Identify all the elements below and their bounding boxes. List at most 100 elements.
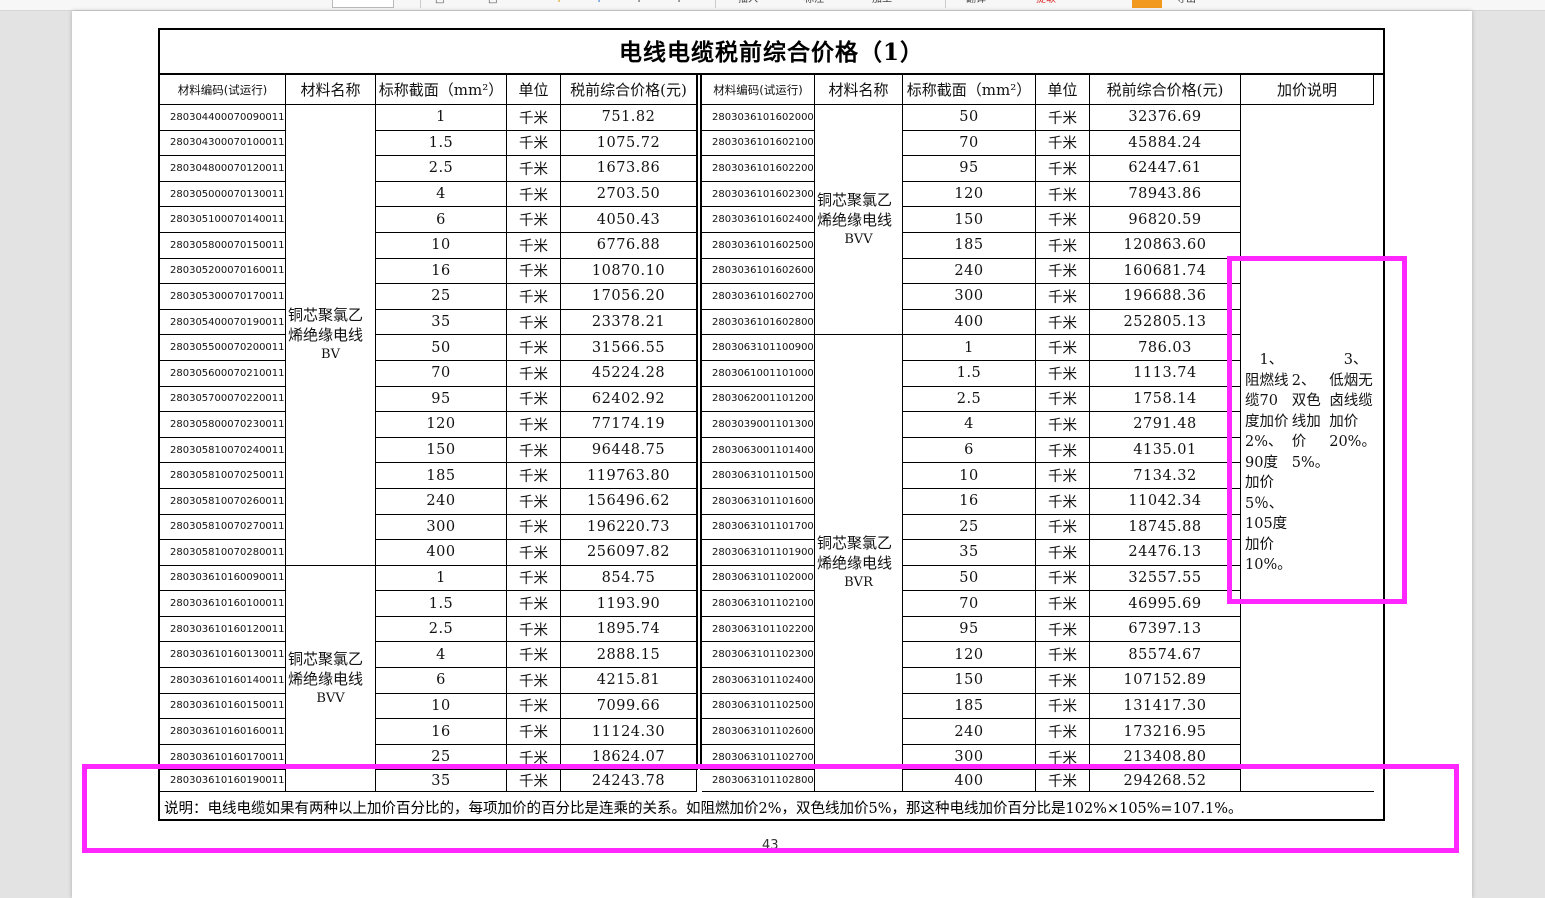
table-cell-code: 280303900110130011 [702, 412, 815, 438]
table-cell-code: 280306310110250011 [702, 693, 815, 720]
table-cell-section: 10 [903, 463, 1036, 489]
table-cell-unit: 千米 [1036, 488, 1090, 515]
rotate-left-icon[interactable]: □ [435, 0, 444, 6]
table-cell-section: 1 [903, 335, 1036, 361]
tool-export-button[interactable]: 导出 [1176, 0, 1196, 6]
table-cell-section: 10 [376, 232, 507, 259]
table-cell-price: 131417.30 [1090, 693, 1241, 720]
table-cell-unit: 千米 [507, 309, 561, 336]
table-cell-unit: 千米 [507, 232, 561, 259]
table-cell-code: 280305810070240011 [160, 437, 286, 464]
table-cell-unit: 千米 [1036, 105, 1090, 131]
table-cell-price: 1193.90 [561, 591, 697, 617]
table-cell-price: 196688.36 [1090, 284, 1241, 310]
zoom-input[interactable] [332, 0, 394, 8]
table-cell-code: 280306310110170011 [702, 514, 815, 541]
table-cell-unit: 千米 [507, 514, 561, 541]
pdf-toolbar: □ □ T T T T 插入 标注 加工 翻译 提取 导出 [0, 0, 1545, 11]
table-cell-code: 280303610160200011 [702, 105, 815, 131]
table-cell-unit: 千米 [1036, 540, 1090, 566]
tool-process-button[interactable]: 加工 [872, 0, 892, 6]
table-cell-unit: 千米 [1036, 130, 1090, 157]
table-cell-section: 400 [376, 540, 507, 566]
highlight-icon[interactable]: T [556, 0, 562, 6]
table-cell-code: 280303610160170011 [160, 744, 286, 771]
table-cell-price: 45224.28 [561, 360, 697, 387]
table-cell-price: 751.82 [561, 105, 697, 131]
table-cell-unit: 千米 [507, 181, 561, 208]
table-cell-code: 280303610160260011 [702, 258, 815, 285]
price-grid: 材料编码(试运行) 材料名称 标称截面（mm²） 单位 税前综合价格(元) 材料编码(试运… [160, 75, 1383, 793]
table-cell-code: 280305300070170011 [160, 284, 286, 310]
table-cell-unit: 千米 [1036, 386, 1090, 413]
table-cell-price: 67397.13 [1090, 616, 1241, 643]
table-cell-section: 35 [903, 540, 1036, 566]
text-icon[interactable]: T [676, 0, 682, 6]
table-cell-price: 196220.73 [561, 514, 697, 541]
table-cell-code: 280303610160160011 [160, 719, 286, 745]
table-cell-section: 185 [903, 232, 1036, 259]
table-cell-unit: 千米 [507, 616, 561, 643]
tool-translate-button[interactable]: 翻译 [966, 0, 986, 6]
table-cell-unit: 千米 [1036, 360, 1090, 387]
table-cell-unit: 千米 [1036, 284, 1090, 310]
table-cell-code: 280305500070200011 [160, 335, 286, 361]
table-cell-section: 300 [903, 744, 1036, 771]
table-cell-code: 280305800070150011 [160, 232, 286, 259]
table-cell-section: 1 [376, 105, 507, 131]
table-cell-code: 280303610160280011 [702, 309, 815, 336]
table-cell-unit: 千米 [1036, 514, 1090, 541]
table-cell-price: 854.75 [561, 565, 697, 592]
table-cell-price: 62402.92 [561, 386, 697, 413]
table-cell-price: 2703.50 [561, 181, 697, 208]
table-cell-price: 31566.55 [561, 335, 697, 361]
material-name-line1: 铜芯聚氯乙 [817, 534, 893, 553]
table-cell-section: 300 [376, 514, 507, 541]
header-price: 税前综合价格(元) [561, 75, 697, 105]
table-cell-section: 4 [376, 181, 507, 208]
table-cell-code: 280306200110120011 [702, 386, 815, 413]
table-cell-section: 50 [376, 335, 507, 361]
strike-icon[interactable]: T [636, 0, 642, 6]
table-cell-code: 280303610160090011 [160, 565, 286, 592]
table-cell-code: 280305810070250011 [160, 463, 286, 489]
table-cell-code: 280306100110100011 [702, 360, 815, 387]
price-notes: 1、阻燃线缆70度加价2%、90度加价5％、105度加价10%。 2、双色线加价… [1241, 105, 1374, 793]
header-unit-right: 单位 [1036, 75, 1090, 105]
table-cell-price: 1758.14 [1090, 386, 1241, 413]
table-cell-price: 96448.75 [561, 437, 697, 464]
table-cell-code: 280306310110280011 [702, 770, 815, 793]
underline-icon[interactable]: T [596, 0, 602, 6]
table-cell-price: 294268.52 [1090, 770, 1241, 793]
table-cell-section: 95 [903, 156, 1036, 182]
table-cell-code: 280306310110200011 [702, 565, 815, 592]
tool-insert-button[interactable]: 插入 [738, 0, 758, 6]
table-cell-unit: 千米 [507, 156, 561, 182]
table-cell-price: 256097.82 [561, 540, 697, 566]
table-cell-unit: 千米 [1036, 463, 1090, 489]
table-cell-unit: 千米 [507, 386, 561, 413]
table-cell-section: 2.5 [376, 616, 507, 643]
table-cell-unit: 千米 [507, 130, 561, 157]
table-cell-price: 6776.88 [561, 232, 697, 259]
table-cell-unit: 千米 [1036, 770, 1090, 793]
table-cell-code: 280305100070140011 [160, 207, 286, 233]
table-cell-section: 400 [903, 770, 1036, 793]
table-cell-price: 156496.62 [561, 488, 697, 515]
table-cell-unit: 千米 [507, 360, 561, 387]
tool-annotate-button[interactable]: 标注 [804, 0, 824, 6]
rotate-right-icon[interactable]: □ [488, 0, 497, 6]
flowchart-icon[interactable] [1132, 0, 1162, 8]
table-cell-code: 280304300070100011 [160, 130, 286, 157]
table-cell-code: 280306310110230011 [702, 642, 815, 669]
table-cell-unit: 千米 [1036, 565, 1090, 592]
table-cell-section: 120 [903, 642, 1036, 669]
table-cell-section: 70 [903, 130, 1036, 157]
header-note: 加价说明 [1241, 75, 1374, 105]
tool-extract-button[interactable]: 提取 [1036, 0, 1056, 6]
table-cell-unit: 千米 [507, 284, 561, 310]
table-cell-section: 4 [903, 412, 1036, 438]
price-table-sheet: 电线电缆税前综合价格（1） 材料编码(试运行) 材料名称 标称截面（mm²） 单位 税前… [158, 28, 1385, 821]
table-title: 电线电缆税前综合价格（1） [160, 30, 1383, 75]
table-cell-section: 1.5 [376, 130, 507, 157]
